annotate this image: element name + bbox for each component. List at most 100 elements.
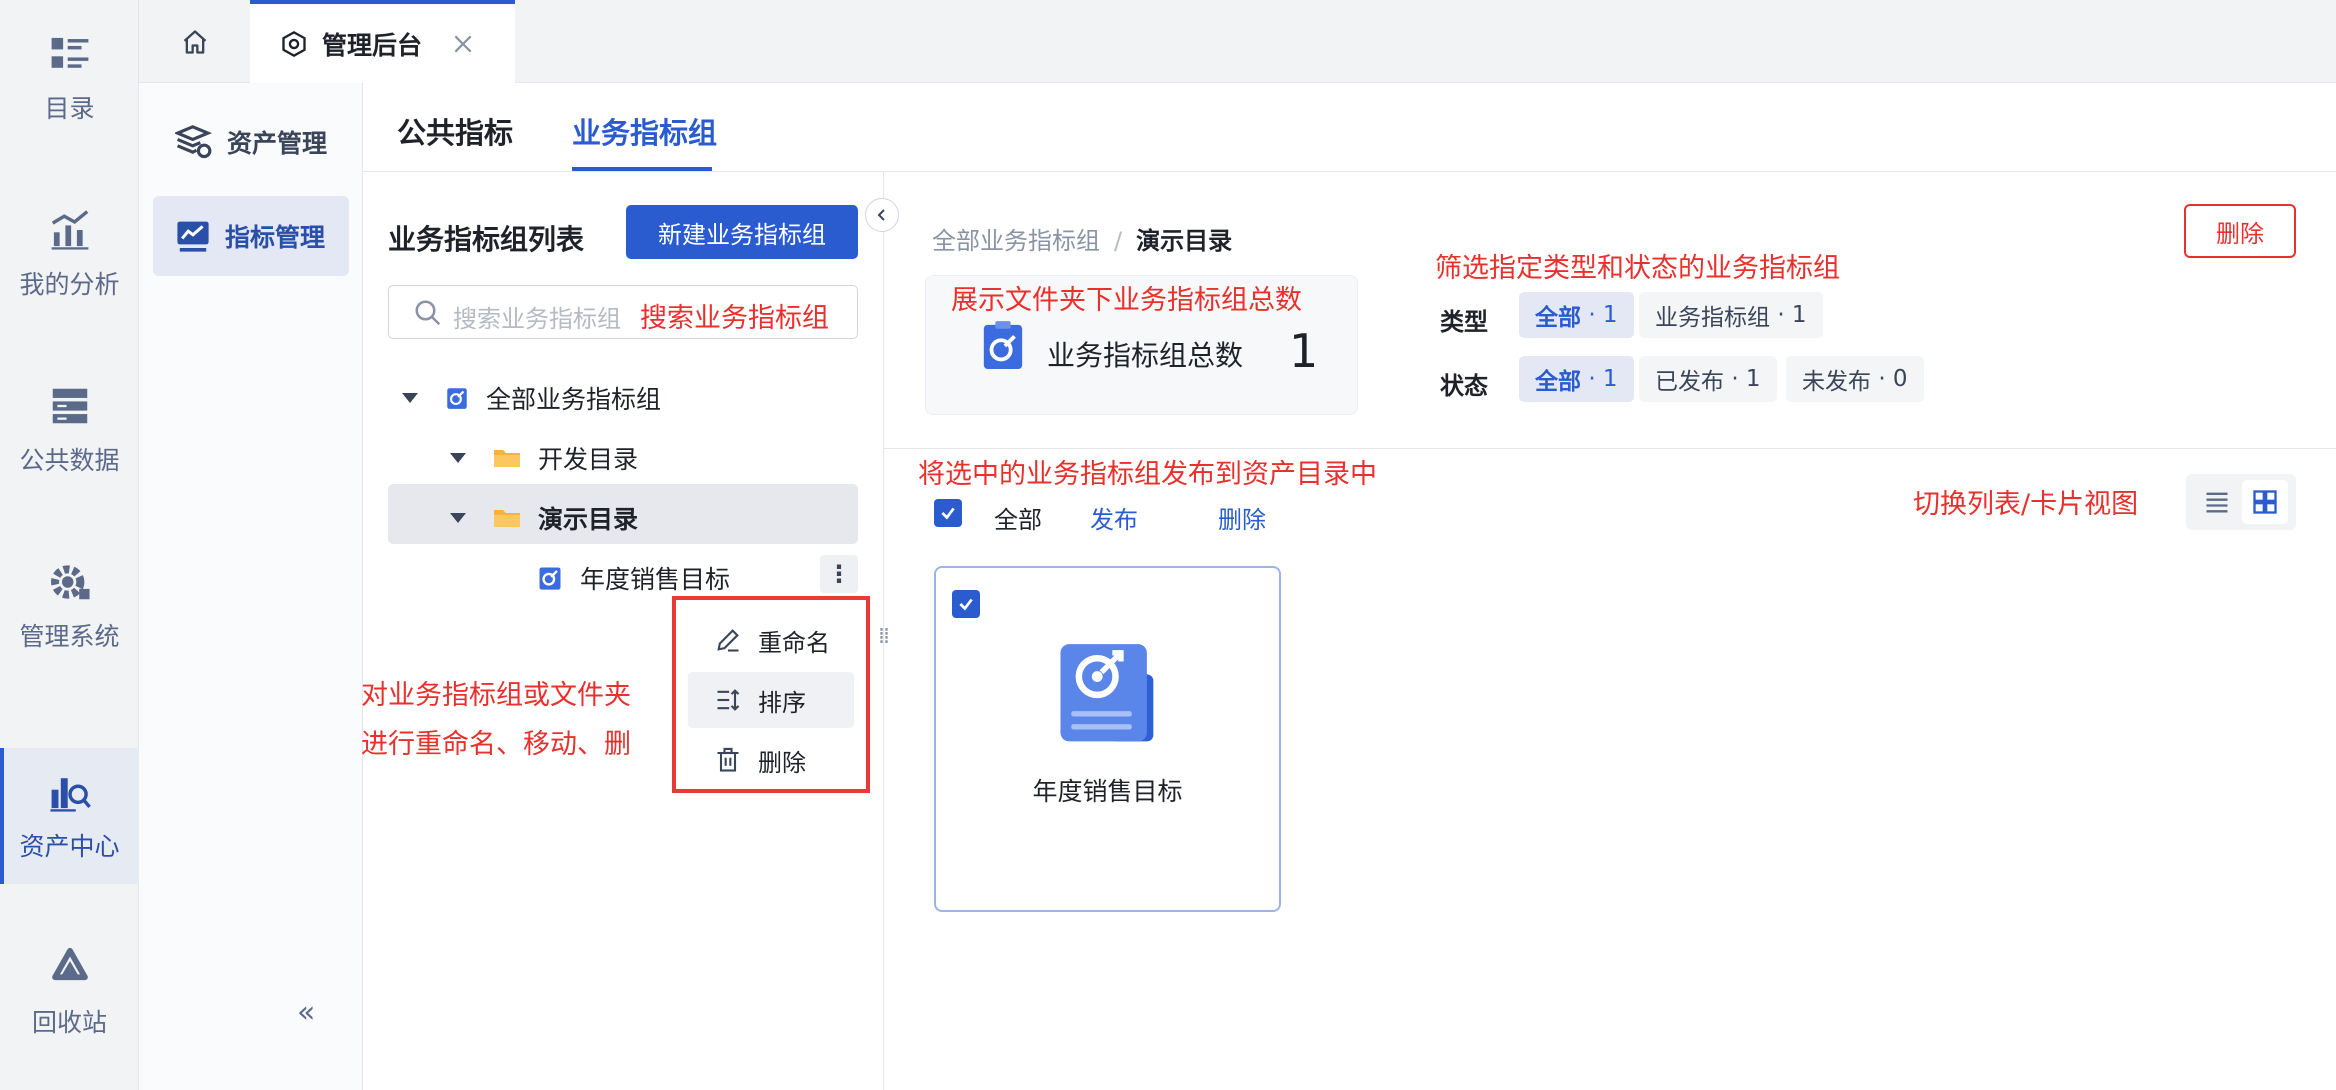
- nav-item-public-data[interactable]: 公共数据: [0, 362, 139, 498]
- nav-label: 公共数据: [19, 446, 120, 475]
- publish-button[interactable]: 发布: [1090, 500, 1138, 535]
- tree-node-root[interactable]: 全部业务指标组: [402, 380, 661, 416]
- analysis-chart-icon: [51, 210, 88, 250]
- tree-node-label: 演示目录: [538, 505, 639, 534]
- metric-chart-icon: [177, 221, 209, 252]
- metric-group-icon: [447, 388, 467, 409]
- tree-node-folder[interactable]: 开发目录: [450, 440, 638, 476]
- card-checkbox[interactable]: [952, 590, 980, 618]
- breadcrumb-current: 演示目录: [1136, 227, 1233, 255]
- expand-caret-icon: [450, 453, 466, 463]
- nav-item-asset-center[interactable]: 资产中心: [0, 748, 139, 884]
- nav-label: 资产中心: [19, 832, 120, 861]
- catalog-icon: [51, 37, 88, 68]
- select-all-label: 全部: [994, 506, 1042, 534]
- total-count-label: 业务指标组总数: [1047, 339, 1244, 372]
- asset-stack-icon: [175, 125, 213, 159]
- menu-item-delete[interactable]: 删除: [688, 732, 854, 788]
- annotation-total: 展示文件夹下业务指标组总数: [951, 285, 1302, 316]
- nav-label: 目录: [44, 94, 95, 123]
- collapse-panel-button[interactable]: [865, 198, 899, 232]
- recycle-icon: [51, 947, 88, 981]
- menu-item-sort[interactable]: 排序: [688, 672, 854, 728]
- close-icon[interactable]: [452, 33, 474, 55]
- tree-node-label: 年度销售目标: [580, 565, 731, 594]
- submenu-label: 指标管理: [225, 223, 326, 252]
- check-icon: [959, 598, 973, 611]
- filter-status-label: 状态: [1440, 372, 1488, 400]
- menu-item-rename[interactable]: 重命名: [688, 612, 854, 668]
- tree-node-folder[interactable]: 演示目录: [450, 500, 638, 536]
- nav-item-recycle-bin[interactable]: 回收站: [0, 924, 139, 1060]
- filter-type-label: 类型: [1440, 308, 1488, 336]
- tab-public-metrics[interactable]: 公共指标: [397, 110, 513, 152]
- annotation-publish: 将选中的业务指标组发布到资产目录中: [918, 459, 1377, 490]
- filter-chip-status-all[interactable]: 全部 · 1: [1519, 356, 1634, 402]
- chip-label: 全部: [1535, 369, 1581, 395]
- chip-count: · 1: [1777, 302, 1807, 328]
- filter-chip-type-metric-group[interactable]: 业务指标组 · 1: [1639, 292, 1823, 338]
- metric-group-card[interactable]: 年度销售目标: [934, 566, 1281, 912]
- nav-label: 我的分析: [19, 270, 120, 299]
- tab-admin-console[interactable]: 管理后台: [250, 0, 515, 84]
- search-placeholder: 搜索业务指标组: [453, 305, 621, 333]
- metric-group-large-icon: [1060, 644, 1154, 742]
- collapse-sidebar-button[interactable]: «: [297, 995, 315, 1030]
- metric-group-icon: [539, 567, 561, 590]
- chevron-left-icon: [877, 209, 885, 221]
- edit-icon: [717, 629, 739, 652]
- breadcrumb-root[interactable]: 全部业务指标组: [932, 227, 1100, 255]
- expand-caret-icon: [450, 513, 466, 523]
- select-all-checkbox[interactable]: [934, 499, 962, 527]
- new-metric-group-button[interactable]: 新建业务指标组: [626, 205, 858, 259]
- divider: [884, 448, 2336, 449]
- card-view-button[interactable]: [2242, 480, 2288, 524]
- chip-label: 已发布: [1655, 369, 1724, 395]
- breadcrumb-separator: /: [1114, 227, 1123, 255]
- tree-node-label: 全部业务指标组: [486, 385, 662, 414]
- submenu-item-metric-management[interactable]: 指标管理: [153, 196, 349, 276]
- nav-item-management-system[interactable]: 管理系统: [0, 538, 139, 674]
- trash-icon: [717, 747, 739, 772]
- hexagon-settings-icon: [282, 30, 306, 58]
- chip-count: · 1: [1588, 366, 1618, 392]
- sort-icon: [717, 689, 740, 711]
- tree-node-metric-group[interactable]: 年度销售目标: [536, 560, 730, 596]
- tab-bar: 管理后台: [139, 0, 2336, 84]
- more-actions-button[interactable]: ⋮: [820, 555, 858, 593]
- nav-label: 管理系统: [19, 622, 120, 651]
- grid-view-icon: [2253, 490, 2277, 514]
- delete-folder-button[interactable]: 删除: [2184, 204, 2296, 258]
- chip-label: 全部: [1535, 305, 1581, 331]
- menu-item-label: 删除: [758, 748, 806, 777]
- check-icon: [941, 507, 955, 520]
- batch-delete-button[interactable]: 删除: [1218, 500, 1266, 535]
- annotation-filter: 筛选指定类型和状态的业务指标组: [1435, 253, 1840, 284]
- annotation-view-switch: 切换列表/卡片视图: [1913, 489, 2139, 520]
- search-icon: [415, 300, 441, 326]
- asset-search-icon: [49, 778, 91, 812]
- expand-caret-icon: [402, 393, 418, 403]
- nav-item-catalog[interactable]: 目录: [0, 10, 139, 146]
- submenu-label: 资产管理: [227, 129, 328, 158]
- submenu-item-asset-management[interactable]: 资产管理: [153, 102, 349, 182]
- filter-chip-status-unpublished[interactable]: 未发布 · 0: [1786, 356, 1924, 402]
- left-nav: 目录 我的分析 公共数据 管理系统 资产中心 回收站: [0, 0, 139, 1090]
- chip-label: 未发布: [1802, 369, 1871, 395]
- folder-icon: [494, 510, 520, 527]
- nav-item-my-analysis[interactable]: 我的分析: [0, 186, 139, 322]
- list-panel-title: 业务指标组列表: [388, 223, 585, 256]
- home-tab[interactable]: [139, 0, 250, 83]
- annotation-context-menu-line1: 对业务指标组或文件夹: [361, 680, 631, 711]
- panel-resize-handle[interactable]: ⁞⁞: [878, 624, 890, 649]
- list-view-button[interactable]: [2194, 480, 2240, 524]
- filter-chip-type-all[interactable]: 全部 · 1: [1519, 292, 1634, 338]
- nav-label: 回收站: [31, 1008, 107, 1037]
- tab-business-metric-groups[interactable]: 业务指标组: [572, 110, 717, 152]
- filter-chip-status-published[interactable]: 已发布 · 1: [1639, 356, 1777, 402]
- divider: [363, 171, 2336, 172]
- metric-group-icon: [983, 321, 1023, 369]
- chip-count: · 1: [1588, 302, 1618, 328]
- folder-icon: [494, 450, 520, 467]
- chip-count: · 0: [1878, 366, 1908, 392]
